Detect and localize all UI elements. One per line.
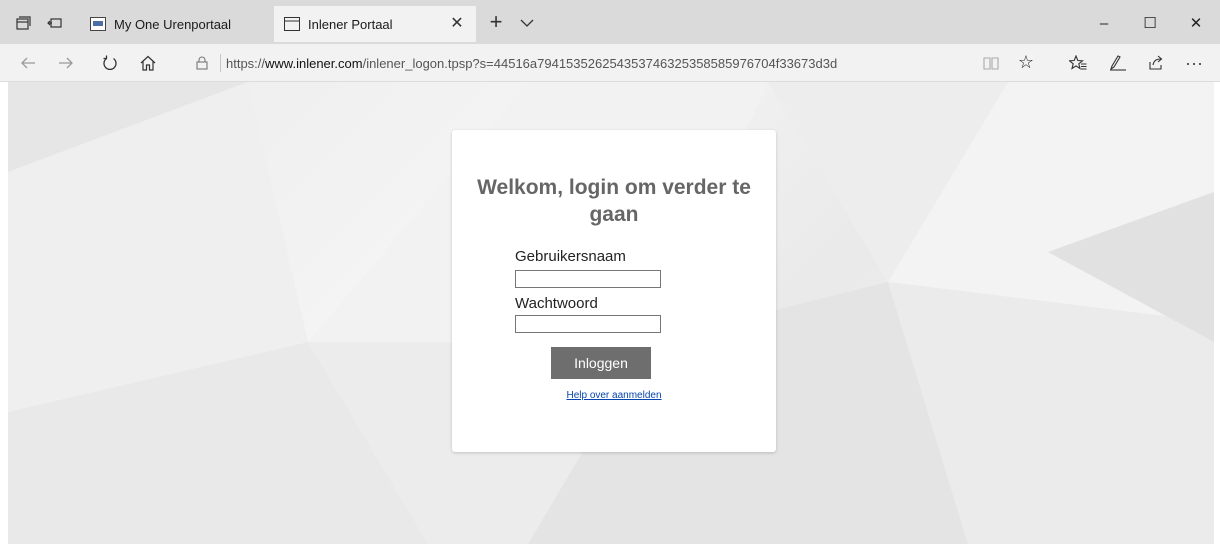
username-label: Gebruikersnaam <box>515 248 626 265</box>
username-input[interactable] <box>515 270 661 288</box>
url-path: /inlener_logon.tpsp?s=44516a794153526254… <box>362 55 838 71</box>
share-icon[interactable] <box>1142 50 1170 76</box>
help-login-link[interactable]: Help over aanmelden <box>472 390 756 401</box>
home-icon[interactable] <box>134 50 162 76</box>
address-separator <box>220 54 221 72</box>
password-label: Wachtwoord <box>515 295 598 312</box>
address-bar[interactable]: https://www.inlener.com/inlener_logon.tp… <box>188 50 1050 76</box>
site-favicon-icon <box>90 16 106 32</box>
login-button[interactable]: Inloggen <box>551 347 651 379</box>
password-input[interactable] <box>515 315 661 333</box>
maximize-button[interactable]: ☐ <box>1127 8 1173 38</box>
page-icon <box>284 16 300 32</box>
login-title: Welkom, login om verder te gaan <box>477 176 751 226</box>
pen-icon[interactable] <box>1104 50 1132 76</box>
close-tab-icon[interactable]: ✕ <box>448 15 466 33</box>
back-arrow-icon[interactable] <box>14 50 42 76</box>
set-aside-tabs-icon[interactable] <box>10 10 36 36</box>
url-host: www.inlener.com <box>265 55 363 71</box>
close-window-button[interactable]: ✕ <box>1173 8 1219 38</box>
minimize-button[interactable]: – <box>1081 8 1127 38</box>
forward-arrow-icon[interactable] <box>52 50 80 76</box>
chevron-down-icon[interactable] <box>516 12 538 34</box>
show-tabs-icon[interactable] <box>42 10 68 36</box>
navigation-bar: https://www.inlener.com/inlener_logon.tp… <box>0 44 1220 82</box>
more-icon[interactable]: ··· <box>1180 50 1208 76</box>
new-tab-button[interactable]: + <box>484 11 508 35</box>
tab-label: Inlener Portaal <box>308 16 393 32</box>
lock-icon[interactable] <box>192 53 212 73</box>
tab-strip: My One Urenportaal Inlener Portaal ✕ + –… <box>0 0 1220 44</box>
tab-inlener-portaal[interactable]: Inlener Portaal ✕ <box>274 6 476 42</box>
page-background: Welkom, login om verder te gaan Gebruike… <box>8 82 1214 544</box>
favorites-list-icon[interactable] <box>1064 50 1092 76</box>
star-icon[interactable]: ☆ <box>1016 52 1036 72</box>
tab-label: My One Urenportaal <box>114 16 232 32</box>
reading-view-icon[interactable] <box>982 54 1000 72</box>
tab-my-one-urenportaal[interactable]: My One Urenportaal <box>80 6 270 42</box>
url-scheme: https:// <box>226 55 266 71</box>
refresh-icon[interactable] <box>96 50 124 76</box>
login-card: Welkom, login om verder te gaan Gebruike… <box>452 130 776 452</box>
